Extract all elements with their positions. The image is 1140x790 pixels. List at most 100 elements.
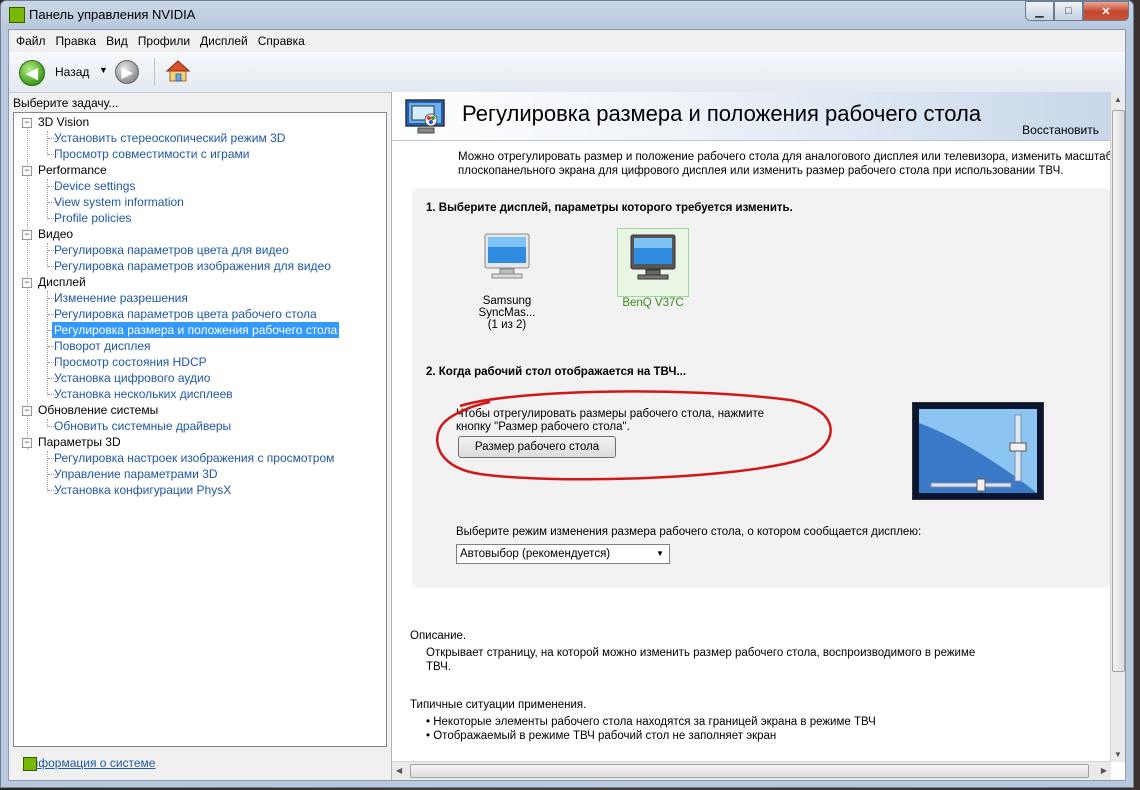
forward-arrow-icon[interactable]: ▶	[115, 60, 139, 84]
system-info-link[interactable]: Информация о системе	[23, 756, 155, 770]
dropdown-arrow-icon: ▼	[656, 549, 664, 558]
monitor-icon	[630, 234, 676, 280]
collapse-icon[interactable]: −	[22, 278, 32, 288]
system-info-icon	[23, 757, 37, 771]
title-bar: Панель управления NVIDIA ▁ □ ✕	[1, 1, 1133, 29]
nvidia-app-icon	[9, 7, 25, 23]
display-samsung-index: (1 из 2)	[487, 319, 527, 331]
tree-item-system-info[interactable]: View system information	[54, 194, 184, 210]
tree-item-multiple-displays[interactable]: Установка нескольких дисплеев	[54, 386, 233, 402]
collapse-icon[interactable]: −	[22, 406, 32, 416]
tree-item-manage-3d[interactable]: Управление параметрами 3D	[54, 466, 218, 482]
task-label: Выберите задачу...	[13, 96, 119, 110]
display-benq-tile[interactable]	[617, 228, 689, 297]
resize-mode-value: Автовыбор (рекомендуется)	[460, 548, 611, 560]
toolbar: ◀ Назад ▼ ▶	[9, 52, 1125, 93]
tree-item-image-preview[interactable]: Регулировка настроек изображения с просм…	[54, 450, 334, 466]
page-header: Регулировка размера и положения рабочего…	[392, 92, 1111, 141]
tree-connector	[47, 243, 48, 267]
tree-item-game-compat[interactable]: Просмотр совместимости с играми	[54, 146, 249, 162]
usage-item: • Отображаемый в режиме ТВЧ рабочий стол…	[426, 730, 777, 742]
scroll-right-icon[interactable]: ▶	[1101, 766, 1107, 775]
tree-item-change-resolution[interactable]: Изменение разрешения	[54, 290, 188, 306]
tree-item-update-drivers[interactable]: Обновить системные драйверы	[54, 418, 231, 434]
usage-item: • Некоторые элементы рабочего стола нахо…	[426, 716, 876, 728]
tree-item-video-image[interactable]: Регулировка параметров изображения для в…	[54, 258, 331, 274]
settings-panel: 1. Выберите дисплей, параметры которого …	[412, 188, 1112, 588]
tree-item-rotate-display[interactable]: Поворот дисплея	[54, 338, 151, 354]
scroll-down-icon[interactable]: ▼	[1114, 750, 1122, 759]
task-tree: − 3D Vision Установить стереоскопический…	[13, 112, 387, 747]
menu-profiles[interactable]: Профили	[133, 34, 195, 48]
desktop-size-icon	[405, 99, 445, 134]
display-samsung-name: Samsung SyncMas...	[478, 295, 536, 319]
tree-category-3d-vision[interactable]: 3D Vision	[38, 114, 89, 130]
collapse-icon[interactable]: −	[22, 118, 32, 128]
usage-list: • Некоторые элементы рабочего стола нахо…	[426, 715, 876, 743]
window-title: Панель управления NVIDIA	[29, 7, 196, 22]
close-button[interactable]: ✕	[1083, 1, 1129, 21]
step2-heading: 2. Когда рабочий стол отображается на ТВ…	[426, 366, 687, 378]
tree-category-3d-settings[interactable]: Параметры 3D	[38, 434, 121, 450]
tree-connector	[47, 451, 48, 491]
tree-item-stereo-3d[interactable]: Установить стереоскопический режим 3D	[54, 130, 285, 146]
menu-display[interactable]: Дисплей	[195, 34, 253, 48]
tree-category-display[interactable]: Дисплей	[38, 274, 86, 290]
monitor-icon	[484, 233, 530, 279]
scroll-up-icon[interactable]: ▲	[1114, 95, 1122, 104]
tree-category-performance[interactable]: Performance	[38, 162, 107, 178]
page-title: Регулировка размера и положения рабочего…	[462, 101, 982, 126]
tree-item-digital-audio[interactable]: Установка цифрового аудио	[54, 370, 210, 386]
maximize-button[interactable]: □	[1054, 1, 1083, 21]
app-window: Панель управления NVIDIA ▁ □ ✕ Файл Прав…	[0, 0, 1134, 788]
tree-item-hdcp-status[interactable]: Просмотр состояния HDCP	[54, 354, 207, 370]
usage-heading: Типичные ситуации применения.	[410, 699, 587, 711]
menu-help[interactable]: Справка	[253, 34, 310, 48]
minimize-button[interactable]: ▁	[1025, 1, 1054, 21]
step1-heading: 1. Выберите дисплей, параметры которого …	[426, 202, 793, 214]
description-text: Открывает страницу, на которой можно изм…	[426, 647, 976, 673]
tree-connector	[47, 179, 48, 219]
display-benq-name: BenQ V37C	[622, 297, 684, 309]
back-button-label[interactable]: Назад	[55, 65, 89, 79]
menu-bar: Файл Правка Вид Профили Дисплей Справка	[9, 30, 1125, 52]
menu-edit[interactable]: Правка	[51, 34, 102, 48]
client-area: Файл Правка Вид Профили Дисплей Справка …	[8, 29, 1126, 781]
tree-item-video-color[interactable]: Регулировка параметров цвета для видео	[54, 242, 289, 258]
tree-item-profile-policies[interactable]: Profile policies	[54, 210, 131, 226]
restore-link[interactable]: Восстановить	[1022, 123, 1099, 137]
description-heading: Описание.	[410, 630, 467, 642]
tree-category-video[interactable]: Видео	[38, 226, 73, 242]
red-annotation-ellipse	[435, 390, 832, 481]
toolbar-separator	[154, 58, 155, 86]
vertical-scroll-thumb[interactable]	[1112, 110, 1125, 672]
resize-mode-select[interactable]: Автовыбор (рекомендуется) ▼	[456, 544, 670, 564]
resize-mode-label: Выберите режим изменения размера рабочег…	[456, 526, 922, 538]
display-samsung[interactable]: Samsung SyncMas... (1 из 2)	[462, 228, 552, 331]
scroll-left-icon[interactable]: ◀	[396, 766, 402, 775]
tree-item-desktop-size-selected[interactable]: Регулировка размера и положения рабочего…	[52, 322, 340, 338]
tree-connector	[47, 291, 48, 395]
window-controls: ▁ □ ✕	[1025, 1, 1129, 21]
collapse-icon[interactable]: −	[22, 438, 32, 448]
vertical-scrollbar[interactable]: ▲ ▼	[1110, 92, 1125, 762]
back-history-dropdown-icon[interactable]: ▼	[99, 65, 108, 75]
collapse-icon[interactable]: −	[22, 230, 32, 240]
tree-connector	[47, 131, 48, 155]
menu-file[interactable]: Файл	[11, 34, 51, 48]
tree-item-device-settings[interactable]: Device settings	[54, 178, 135, 194]
desktop-size-preview	[912, 402, 1044, 500]
collapse-icon[interactable]: −	[22, 166, 32, 176]
tree-item-physx[interactable]: Установка конфигурации PhysX	[54, 482, 231, 498]
menu-view[interactable]: Вид	[101, 34, 133, 48]
content-pane: Регулировка размера и положения рабочего…	[391, 92, 1125, 780]
page-intro: Можно отрегулировать размер и положение …	[458, 151, 1125, 177]
home-icon[interactable]	[165, 59, 191, 83]
back-arrow-icon[interactable]: ◀	[19, 60, 45, 86]
tree-category-system-update[interactable]: Обновление системы	[38, 402, 158, 418]
display-samsung-tile[interactable]	[472, 228, 542, 295]
tree-item-desktop-color[interactable]: Регулировка параметров цвета рабочего ст…	[54, 306, 317, 322]
horizontal-scroll-thumb[interactable]	[410, 764, 1089, 778]
display-benq[interactable]: BenQ V37C	[608, 228, 698, 309]
horizontal-scrollbar[interactable]: ◀ ▶	[392, 761, 1111, 780]
